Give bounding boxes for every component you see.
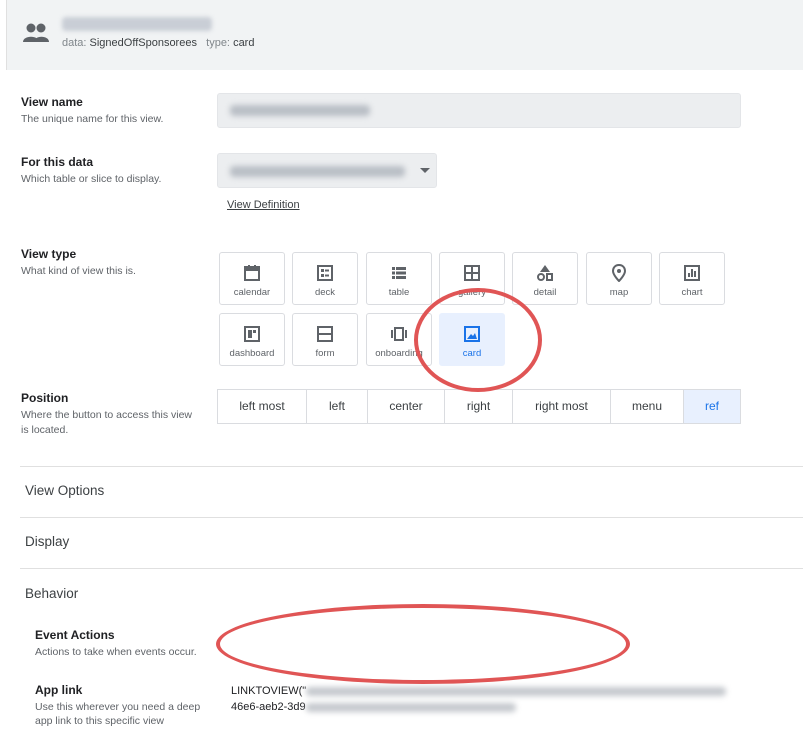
section-behavior[interactable]: Behavior bbox=[25, 586, 78, 601]
position-left-most[interactable]: left most bbox=[217, 389, 307, 424]
form-icon bbox=[317, 326, 333, 342]
app-link-label: App link Use this wherever you need a de… bbox=[35, 683, 201, 727]
position-right-most[interactable]: right most bbox=[512, 389, 611, 424]
deck-icon bbox=[317, 265, 333, 281]
redacted-text bbox=[305, 702, 516, 712]
divider bbox=[20, 568, 803, 569]
chevron-down-icon bbox=[420, 168, 430, 173]
gallery-icon bbox=[464, 265, 480, 281]
view-type-detail[interactable]: detail bbox=[512, 252, 578, 305]
view-type-gallery[interactable]: gallery bbox=[439, 252, 505, 305]
redacted-text bbox=[306, 686, 727, 696]
position-menu[interactable]: menu bbox=[610, 389, 684, 424]
meta-type-value: card bbox=[233, 37, 255, 49]
divider bbox=[20, 517, 803, 518]
view-type-table[interactable]: table bbox=[366, 252, 432, 305]
calendar-icon bbox=[244, 265, 260, 281]
view-name-label: View name The unique name for this view. bbox=[21, 95, 164, 125]
position-label: Position Where the button to access this… bbox=[21, 391, 192, 436]
redacted-text bbox=[230, 166, 405, 177]
view-name-input[interactable] bbox=[217, 93, 741, 128]
position-left[interactable]: left bbox=[306, 389, 368, 424]
view-type-calendar[interactable]: calendar bbox=[219, 252, 285, 305]
view-type-deck[interactable]: deck bbox=[292, 252, 358, 305]
view-title-redacted bbox=[62, 17, 212, 31]
view-type-card[interactable]: card bbox=[439, 313, 505, 366]
app-link-value[interactable]: LINKTOVIEW(" 46e6-aeb2-3d9 bbox=[231, 683, 727, 715]
position-ref[interactable]: ref bbox=[683, 389, 741, 424]
section-display[interactable]: Display bbox=[25, 534, 69, 549]
section-view-options[interactable]: View Options bbox=[25, 483, 104, 498]
people-icon bbox=[23, 23, 49, 42]
redacted-text bbox=[230, 105, 370, 116]
dashboard-icon bbox=[244, 326, 260, 342]
for-this-data-label: For this data Which table or slice to di… bbox=[21, 155, 162, 185]
detail-icon bbox=[537, 265, 553, 281]
position-right[interactable]: right bbox=[444, 389, 513, 424]
view-type-label: View type What kind of view this is. bbox=[21, 247, 136, 277]
view-type-map[interactable]: map bbox=[586, 252, 652, 305]
view-type-chart[interactable]: chart bbox=[659, 252, 725, 305]
data-source-select[interactable] bbox=[217, 153, 437, 188]
annotation-ellipse-event-actions bbox=[216, 604, 630, 684]
image-icon bbox=[464, 326, 480, 342]
event-actions-label: Event Actions Actions to take when event… bbox=[35, 628, 197, 658]
chart-icon bbox=[684, 265, 700, 281]
table-icon bbox=[392, 267, 406, 279]
position-center[interactable]: center bbox=[367, 389, 445, 424]
view-type-onboarding[interactable]: onboarding bbox=[366, 313, 432, 366]
view-header: data: SignedOffSponsorees type: card bbox=[6, 0, 803, 70]
divider bbox=[20, 466, 803, 467]
view-definition-link[interactable]: View Definition bbox=[227, 199, 300, 211]
meta-data-value: SignedOffSponsorees bbox=[89, 37, 197, 49]
map-pin-icon bbox=[611, 264, 627, 282]
view-type-dashboard[interactable]: dashboard bbox=[219, 313, 285, 366]
view-meta: data: SignedOffSponsorees type: card bbox=[62, 37, 255, 49]
view-type-form[interactable]: form bbox=[292, 313, 358, 366]
onboarding-icon bbox=[391, 327, 407, 341]
